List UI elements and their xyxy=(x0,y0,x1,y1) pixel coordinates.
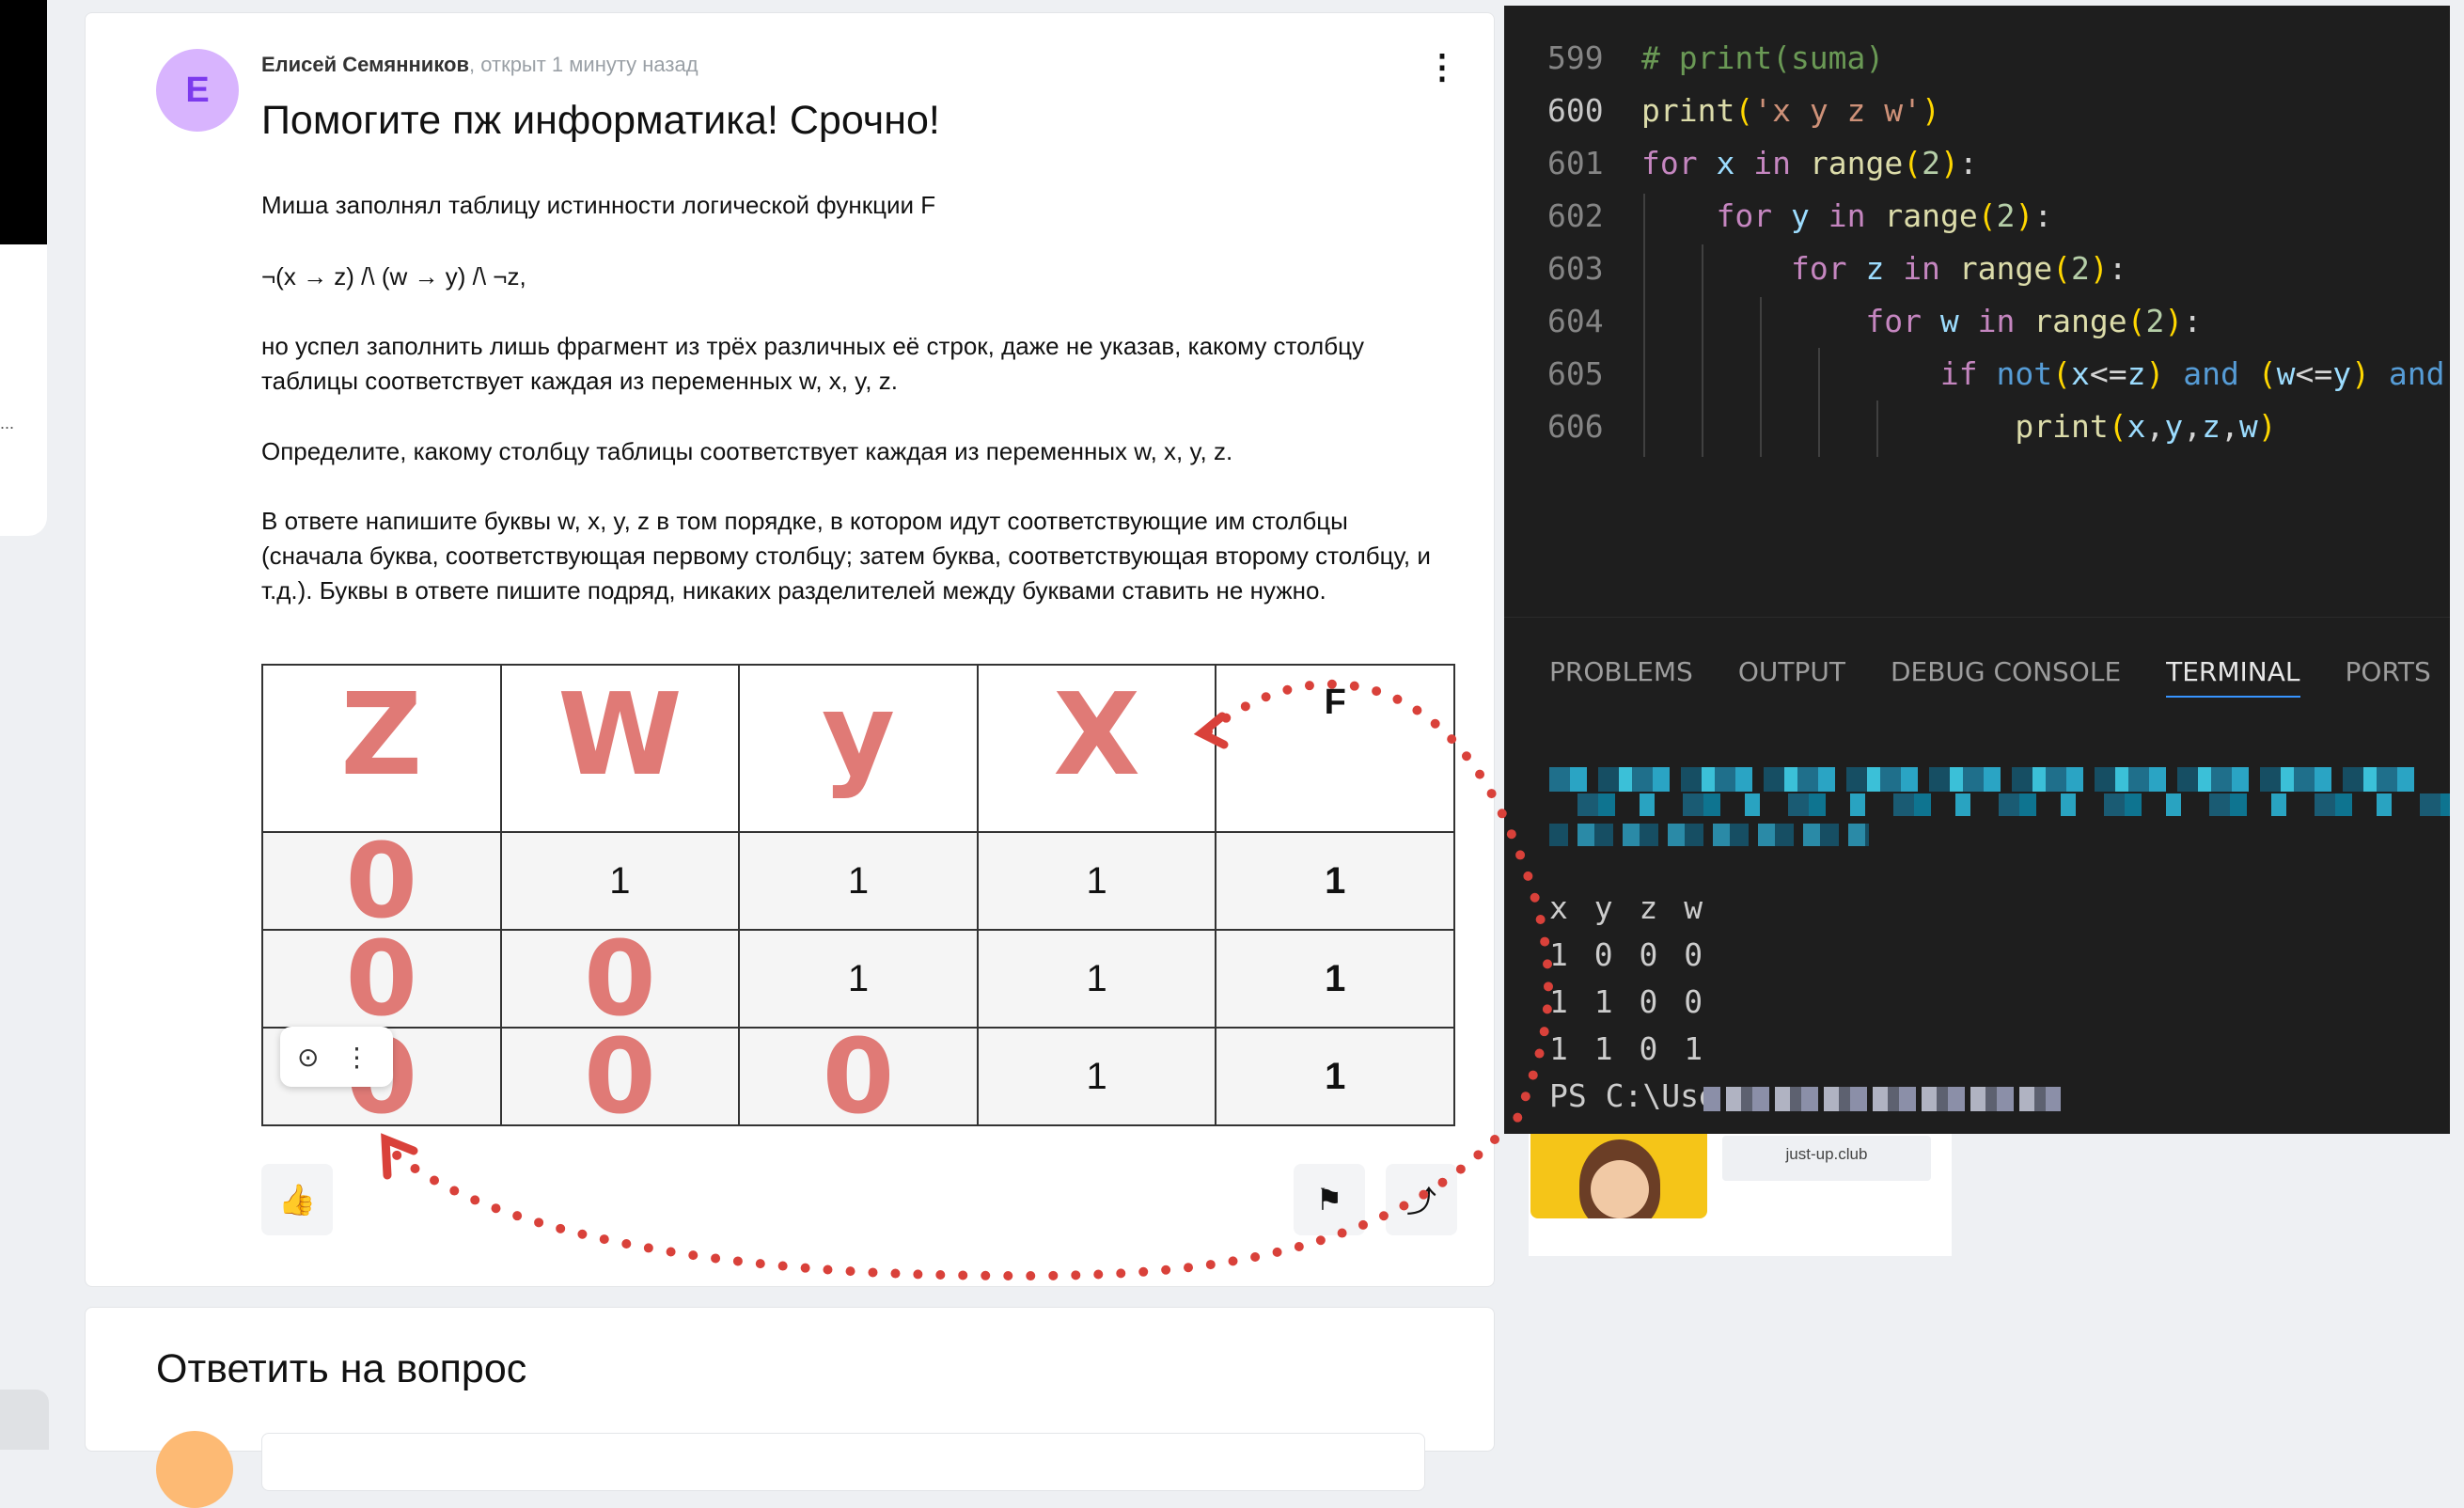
code-line: 603 for z in range(2): xyxy=(1547,250,2127,287)
left-bottom-block xyxy=(0,1390,49,1450)
table-cell-f: 1 xyxy=(1215,831,1455,931)
image-toolbar: ⊙ ⋮ xyxy=(280,1027,393,1087)
terminal-line: 1 0 0 0 xyxy=(1549,936,1707,973)
table-header-cell: Z xyxy=(261,664,502,833)
image-more-icon[interactable]: ⋮ xyxy=(343,1042,369,1073)
table-cell: 1 xyxy=(976,831,1217,931)
terminal-line: 1 1 0 1 xyxy=(1549,1030,1707,1067)
table-cell: 1 xyxy=(976,929,1217,1029)
handwritten-w: W xyxy=(557,670,683,801)
author-avatar[interactable]: Е xyxy=(156,49,239,132)
table-header-f: F xyxy=(1215,664,1455,833)
table-cell: 1 xyxy=(976,1027,1217,1126)
tab-output[interactable]: OUTPUT xyxy=(1738,656,1845,698)
code-line: 604 for w in range(2): xyxy=(1547,303,2203,339)
panel-tabs: PROBLEMS OUTPUT DEBUG CONSOLE TERMINAL P… xyxy=(1549,656,2431,698)
more-options-icon[interactable]: ⋮ xyxy=(1425,47,1459,86)
code-line: 606 print(x,y,z,w) xyxy=(1547,408,2277,445)
terminal-line: x y z w xyxy=(1549,889,1707,926)
question-paragraph-3: но успел заполнить лишь фрагмент из трёх… xyxy=(261,332,1365,395)
code-line: 605 if not(x<=z) and (w<=y) and not(z): xyxy=(1547,355,2445,392)
table-cell: 1 xyxy=(499,831,741,931)
question-formula: ¬(x → z) /\ (w → y) /\ ¬z, xyxy=(261,262,526,291)
handwritten-zero: 0 xyxy=(822,1016,895,1137)
terminal-line: 1 1 0 0 xyxy=(1549,983,1707,1020)
left-sidebar-card xyxy=(0,244,47,536)
handwritten-z: Z xyxy=(340,670,423,801)
table-header-cell: X xyxy=(976,664,1217,833)
code-editor-screenshot: 599 # print(suma) 600 print('x y z w') 601… xyxy=(1504,6,2450,1134)
code-line: 602 for y in range(2): xyxy=(1547,197,2053,234)
bookmark-button[interactable]: ⚑ xyxy=(1294,1164,1365,1235)
code-line: 600 print('x y z w') xyxy=(1547,92,1940,129)
left-ellipsis: ... xyxy=(0,414,15,432)
handwritten-y: y xyxy=(821,670,896,801)
left-dark-panel xyxy=(0,0,47,254)
table-cell: 1 xyxy=(738,831,979,931)
table-cell: 0 xyxy=(261,829,502,933)
tab-ports[interactable]: PORTS xyxy=(2346,656,2431,698)
thumbs-up-icon: 👍 xyxy=(278,1183,316,1217)
like-button[interactable]: 👍 xyxy=(261,1164,333,1235)
answer-title: Ответить на вопрос xyxy=(156,1346,527,1391)
author-name[interactable]: Елисей Семянников xyxy=(261,53,469,76)
question-paragraph-4: Определите, какому столбцу таблицы соотв… xyxy=(261,437,1233,465)
table-header-cell: W xyxy=(499,664,741,833)
truth-table: Z W y X F 0 1 1 1 1 0 0 1 1 1 0 0 0 1 1 xyxy=(261,664,1455,1128)
share-icon: ⤴ xyxy=(1405,1185,1436,1218)
table-cell: 0 xyxy=(499,1025,741,1128)
question-time: , открыт 1 минуту назад xyxy=(469,53,698,76)
tab-terminal[interactable]: TERMINAL xyxy=(2166,656,2300,698)
user-avatar xyxy=(156,1431,233,1508)
bookmark-icon: ⚑ xyxy=(1315,1183,1343,1217)
table-cell-f: 1 xyxy=(1215,929,1455,1029)
table-cell: 0 xyxy=(499,927,741,1030)
camera-icon[interactable]: ⊙ xyxy=(297,1042,319,1073)
table-cell: 0 xyxy=(261,927,502,1030)
question-meta: Елисей Семянников, открыт 1 минуту назад xyxy=(261,53,698,77)
handwritten-x: X xyxy=(1053,670,1140,801)
question-title: Помогите пж информатика! Срочно! xyxy=(261,98,940,143)
tab-problems[interactable]: PROBLEMS xyxy=(1549,656,1693,698)
ad-link-button[interactable]: just-up.club xyxy=(1722,1136,1931,1181)
table-cell: 0 xyxy=(738,1025,979,1128)
tab-debug-console[interactable]: DEBUG CONSOLE xyxy=(1891,656,2121,698)
table-cell: 1 xyxy=(738,929,979,1029)
code-line: 601 for x in range(2): xyxy=(1547,145,1978,181)
table-cell-f: 1 xyxy=(1215,1027,1455,1126)
share-button[interactable]: ⤴ xyxy=(1386,1164,1457,1235)
question-paragraph-5: В ответе напишите буквы w, x, y, z в том… xyxy=(261,507,1431,605)
code-line: 599 # print(suma) xyxy=(1547,39,1885,76)
table-header-cell: y xyxy=(738,664,979,833)
question-paragraph-1: Миша заполнял таблицу истинности логичес… xyxy=(261,191,936,219)
answer-input[interactable] xyxy=(261,1433,1425,1491)
ad-image[interactable] xyxy=(1530,1124,1707,1218)
handwritten-zero: 0 xyxy=(584,1016,656,1137)
